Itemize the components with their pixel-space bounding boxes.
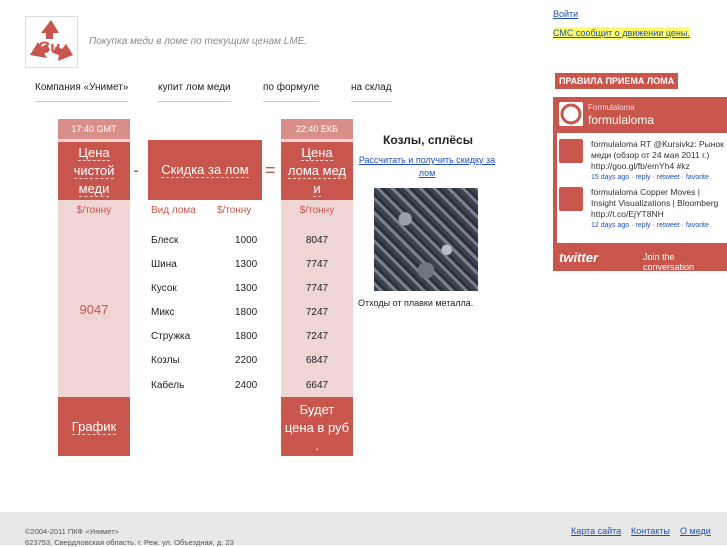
note-line: Будет (299, 402, 335, 417)
row-discount: 1300 (235, 259, 258, 270)
nav-item-company[interactable]: Компания «Унимет» (35, 82, 129, 102)
discount-unit: $/тонну (217, 205, 252, 216)
tweet-text[interactable]: formulaloma Copper Moves | Insight Visua… (591, 187, 727, 220)
tweet-list: formulaloma RT @Kursivkz: Рынок меди (об… (557, 133, 727, 243)
gmt-time: 17:40 GMT (58, 119, 130, 139)
row-price: 6647 (305, 380, 329, 391)
sms-subscribe-link[interactable]: СМС сообщит о движении цены. (553, 27, 690, 39)
join-conversation-link[interactable]: Join the conversation (643, 252, 727, 272)
calculate-discount-link[interactable]: Рассчитать и получить скидку за лом (358, 154, 496, 180)
row-type[interactable]: Кабель (151, 380, 184, 391)
header-line: лома мед (287, 163, 347, 179)
row-type[interactable]: Козлы (151, 355, 180, 366)
svg-text:Cu: Cu (38, 38, 61, 57)
nav-item-formula[interactable]: по формуле (263, 82, 320, 102)
clean-price-unit: $/тонну (76, 205, 112, 216)
row-type[interactable]: Кусок (151, 283, 177, 294)
rules-button[interactable]: ПРАВИЛА ПРИЕМА ЛОМА (555, 73, 679, 89)
product-description: Отходы от плавки металла. (358, 298, 474, 308)
row-price: 7247 (305, 307, 329, 318)
row-type[interactable]: Стружка (151, 331, 190, 342)
row-discount: 1000 (235, 235, 258, 246)
discount-header-label: Скидка за лом (161, 162, 249, 178)
graph-button[interactable]: График (58, 397, 130, 456)
footer: ©2004-2011 ПКФ «Унимет» 623753, Свердлов… (0, 512, 727, 547)
row-price: 8047 (305, 235, 329, 246)
recycle-icon (560, 103, 582, 125)
row-price: 7747 (305, 283, 329, 294)
row-type[interactable]: Микс (151, 307, 174, 318)
row-type[interactable]: Блеск (151, 235, 178, 246)
discount-header[interactable]: Скидка за лом (148, 140, 262, 200)
tweet-avatar[interactable] (559, 187, 583, 211)
address: 623753, Свердловская область, г. Реж, ул… (25, 538, 234, 547)
rub-price-note: Будет цена в руб . (281, 397, 353, 456)
footer-link-sitemap[interactable]: Карта сайта (571, 526, 621, 536)
twitter-logo[interactable]: twitter (559, 250, 598, 265)
scrap-type-column-header: Вид лома (151, 205, 196, 216)
note-line: цена в руб (284, 420, 350, 435)
twitter-widget: Formulaloma formulaloma formulaloma RT @… (553, 97, 727, 272)
minus-sign: - (133, 160, 139, 180)
nav-item-warehouse[interactable]: на склад (351, 82, 392, 102)
tweet-text[interactable]: formulaloma RT @Kursivkz: Рынок меди (об… (591, 139, 727, 172)
nav-item-buy-scrap[interactable]: купит лом меди (158, 82, 231, 102)
ekb-time: 22:40 ЕКБ (281, 119, 353, 139)
footer-link-about-copper[interactable]: О меди (680, 526, 711, 536)
equals-sign: = (265, 160, 276, 180)
scrap-price-header[interactable]: Цена лома мед и (281, 142, 353, 200)
row-price: 6847 (305, 355, 329, 366)
product-title: Козлы, сплёсы (383, 133, 473, 147)
tagline: Покупка меди в ломе по текущим ценам LME… (89, 36, 308, 47)
header-line: Цена (78, 145, 110, 161)
header-line: меди (78, 181, 110, 197)
twitter-handle[interactable]: formulaloma (588, 113, 654, 127)
scrap-price-unit: $/тонну (299, 205, 335, 216)
row-discount: 2200 (235, 355, 258, 366)
twitter-display-name: Formulaloma (588, 103, 635, 112)
login-link[interactable]: Войти (553, 9, 578, 19)
row-discount: 2400 (235, 380, 258, 391)
row-discount: 1800 (235, 331, 258, 342)
clean-price-value: 9047 (79, 302, 109, 317)
row-price: 7747 (305, 259, 329, 270)
recycle-logo-icon: Cu (30, 20, 73, 61)
note-line: . (315, 438, 319, 453)
footer-link-contacts[interactable]: Контакты (631, 526, 670, 536)
graph-button-label: График (71, 419, 117, 435)
tweet-meta[interactable]: 12 days ago · reply · retweet · favorite (591, 220, 727, 231)
row-discount: 1800 (235, 307, 258, 318)
product-image (374, 188, 478, 291)
twitter-avatar[interactable] (559, 102, 583, 126)
logo[interactable]: Cu (25, 16, 78, 68)
header-line: Цена (301, 145, 333, 161)
row-price: 7247 (305, 331, 329, 342)
tweet-meta[interactable]: 15 days ago · reply · retweet · favorite (591, 172, 727, 183)
row-discount: 1300 (235, 283, 258, 294)
tweet-item: formulaloma Copper Moves | Insight Visua… (559, 187, 727, 231)
clean-price-header[interactable]: Цена чистой меди (58, 142, 130, 200)
copyright: ©2004-2011 ПКФ «Унимет» (25, 527, 119, 536)
header-line: чистой (73, 163, 115, 179)
tweet-avatar[interactable] (559, 139, 583, 163)
tweet-item: formulaloma RT @Kursivkz: Рынок меди (об… (559, 139, 727, 183)
row-type[interactable]: Шина (151, 259, 177, 270)
header-line: и (313, 181, 321, 197)
